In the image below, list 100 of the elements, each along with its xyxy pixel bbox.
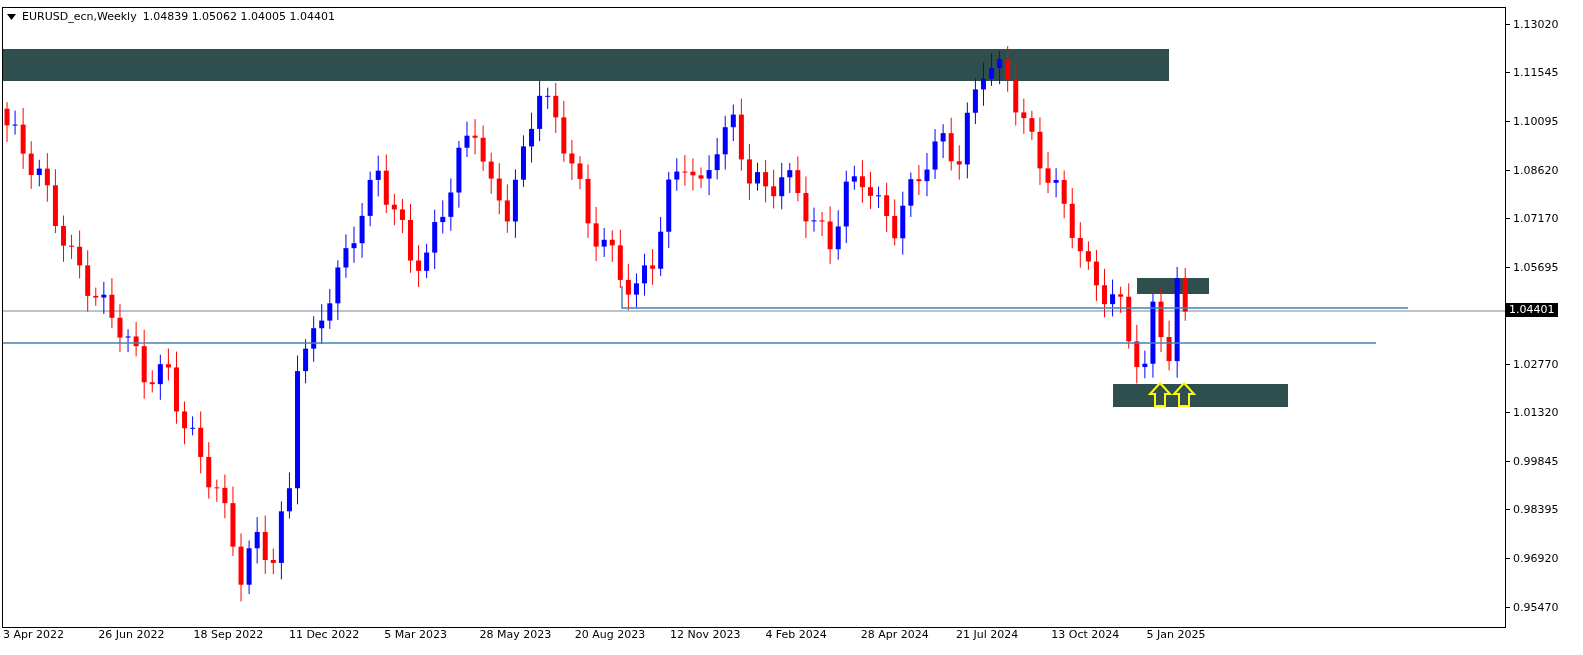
candlestick xyxy=(416,244,422,288)
candlestick xyxy=(658,216,664,277)
candlestick xyxy=(1029,110,1035,141)
price-tick-label: 1.13020 xyxy=(1513,17,1559,31)
candlestick xyxy=(682,154,688,187)
candlestick xyxy=(617,229,623,289)
date-tick-label: 28 Apr 2024 xyxy=(860,628,929,641)
candlestick xyxy=(319,303,325,345)
candlestick xyxy=(859,159,865,204)
candlestick xyxy=(924,152,930,197)
candlestick xyxy=(440,199,446,234)
candlestick xyxy=(601,227,607,258)
candlestick xyxy=(916,164,922,196)
candlestick xyxy=(246,540,252,595)
candlestick xyxy=(214,479,220,503)
candlestick xyxy=(892,198,898,246)
candlestick xyxy=(448,177,454,232)
candlestick xyxy=(827,205,833,265)
candlestick xyxy=(529,112,535,163)
candlestick xyxy=(230,486,236,557)
candlestick xyxy=(553,82,559,134)
candlestick xyxy=(198,410,204,474)
candlestick xyxy=(424,243,430,279)
candlestick xyxy=(101,281,107,315)
dropdown-triangle-icon[interactable] xyxy=(7,13,16,20)
candlestick xyxy=(932,128,938,180)
candlestick xyxy=(819,211,825,237)
candlestick xyxy=(1158,286,1164,353)
candlestick xyxy=(811,207,817,233)
candlestick xyxy=(851,165,857,191)
candlestick xyxy=(884,182,890,233)
candlestick xyxy=(85,249,91,313)
price-tick-label: 0.95470 xyxy=(1513,600,1559,614)
quote-values: 1.04839 1.05062 1.04005 1.04401 xyxy=(142,10,336,23)
candlestick xyxy=(771,169,777,209)
candlestick xyxy=(1093,249,1099,302)
candlestick xyxy=(165,348,171,382)
candlestick xyxy=(763,159,769,203)
candlestick xyxy=(980,62,986,107)
candlestick xyxy=(351,226,357,264)
candlestick xyxy=(561,100,567,163)
candlestick xyxy=(706,154,712,196)
candlestick xyxy=(303,338,309,384)
price-tick-label: 1.07170 xyxy=(1513,211,1559,225)
candlestick xyxy=(391,193,397,226)
date-tick-label: 26 Jun 2022 xyxy=(98,628,165,641)
candlestick xyxy=(52,168,58,234)
candlestick xyxy=(464,121,470,158)
date-tick-label: 20 Aug 2023 xyxy=(574,628,646,641)
candlestick xyxy=(359,202,365,259)
candlestick xyxy=(472,118,478,155)
candlestick xyxy=(222,474,228,519)
candlestick xyxy=(956,144,962,181)
candlestick xyxy=(1110,279,1116,317)
date-tick-label: 5 Jan 2025 xyxy=(1146,628,1206,641)
candlestick xyxy=(746,143,752,201)
candlestick xyxy=(593,206,599,262)
candlestick xyxy=(125,328,131,353)
candlestick xyxy=(1142,350,1148,379)
candlestick xyxy=(149,369,155,393)
candlestick xyxy=(545,87,551,110)
candlestick xyxy=(4,101,10,143)
date-tick-label: 13 Oct 2024 xyxy=(1051,628,1120,641)
candlestick xyxy=(803,175,809,239)
price-tick-label: 1.02770 xyxy=(1513,358,1559,371)
candlestick xyxy=(714,137,720,180)
candlestick xyxy=(432,209,438,270)
date-tick-label: 4 Feb 2024 xyxy=(765,628,827,641)
candlestick xyxy=(504,183,510,234)
date-tick-label: 28 May 2023 xyxy=(479,628,552,641)
candlestick xyxy=(238,532,244,602)
candlestick xyxy=(262,515,268,575)
candlestick xyxy=(940,123,946,159)
candlestick xyxy=(1005,45,1011,93)
candlestick xyxy=(480,124,486,172)
candlestick xyxy=(133,321,139,357)
candlestick xyxy=(876,186,882,209)
candlestick xyxy=(77,230,83,279)
date-tick-label: 21 Jul 2024 xyxy=(955,628,1019,641)
date-tick-label: 18 Sep 2022 xyxy=(193,628,264,641)
price-tick-label: 1.10095 xyxy=(1513,114,1559,128)
candlestick xyxy=(61,215,66,263)
candlestick xyxy=(12,110,18,136)
candlestick xyxy=(989,52,995,87)
date-tick-label: 3 Apr 2022 xyxy=(3,628,64,641)
candlestick xyxy=(496,162,502,215)
candlestick xyxy=(537,80,543,142)
price-tick-label: 0.99845 xyxy=(1513,455,1559,469)
price-tick-label: 0.98395 xyxy=(1513,503,1559,517)
candlestick xyxy=(755,162,760,192)
up-arrow-icon xyxy=(1147,381,1173,407)
candlestick xyxy=(28,140,34,190)
candlestick xyxy=(182,401,188,445)
candlestick xyxy=(20,107,26,170)
candlestick xyxy=(375,155,381,197)
candlestick xyxy=(787,162,793,194)
date-tick-label: 5 Mar 2023 xyxy=(384,628,447,641)
candlestick xyxy=(399,198,405,234)
candlestick xyxy=(1126,282,1132,350)
candlestick xyxy=(335,259,341,321)
